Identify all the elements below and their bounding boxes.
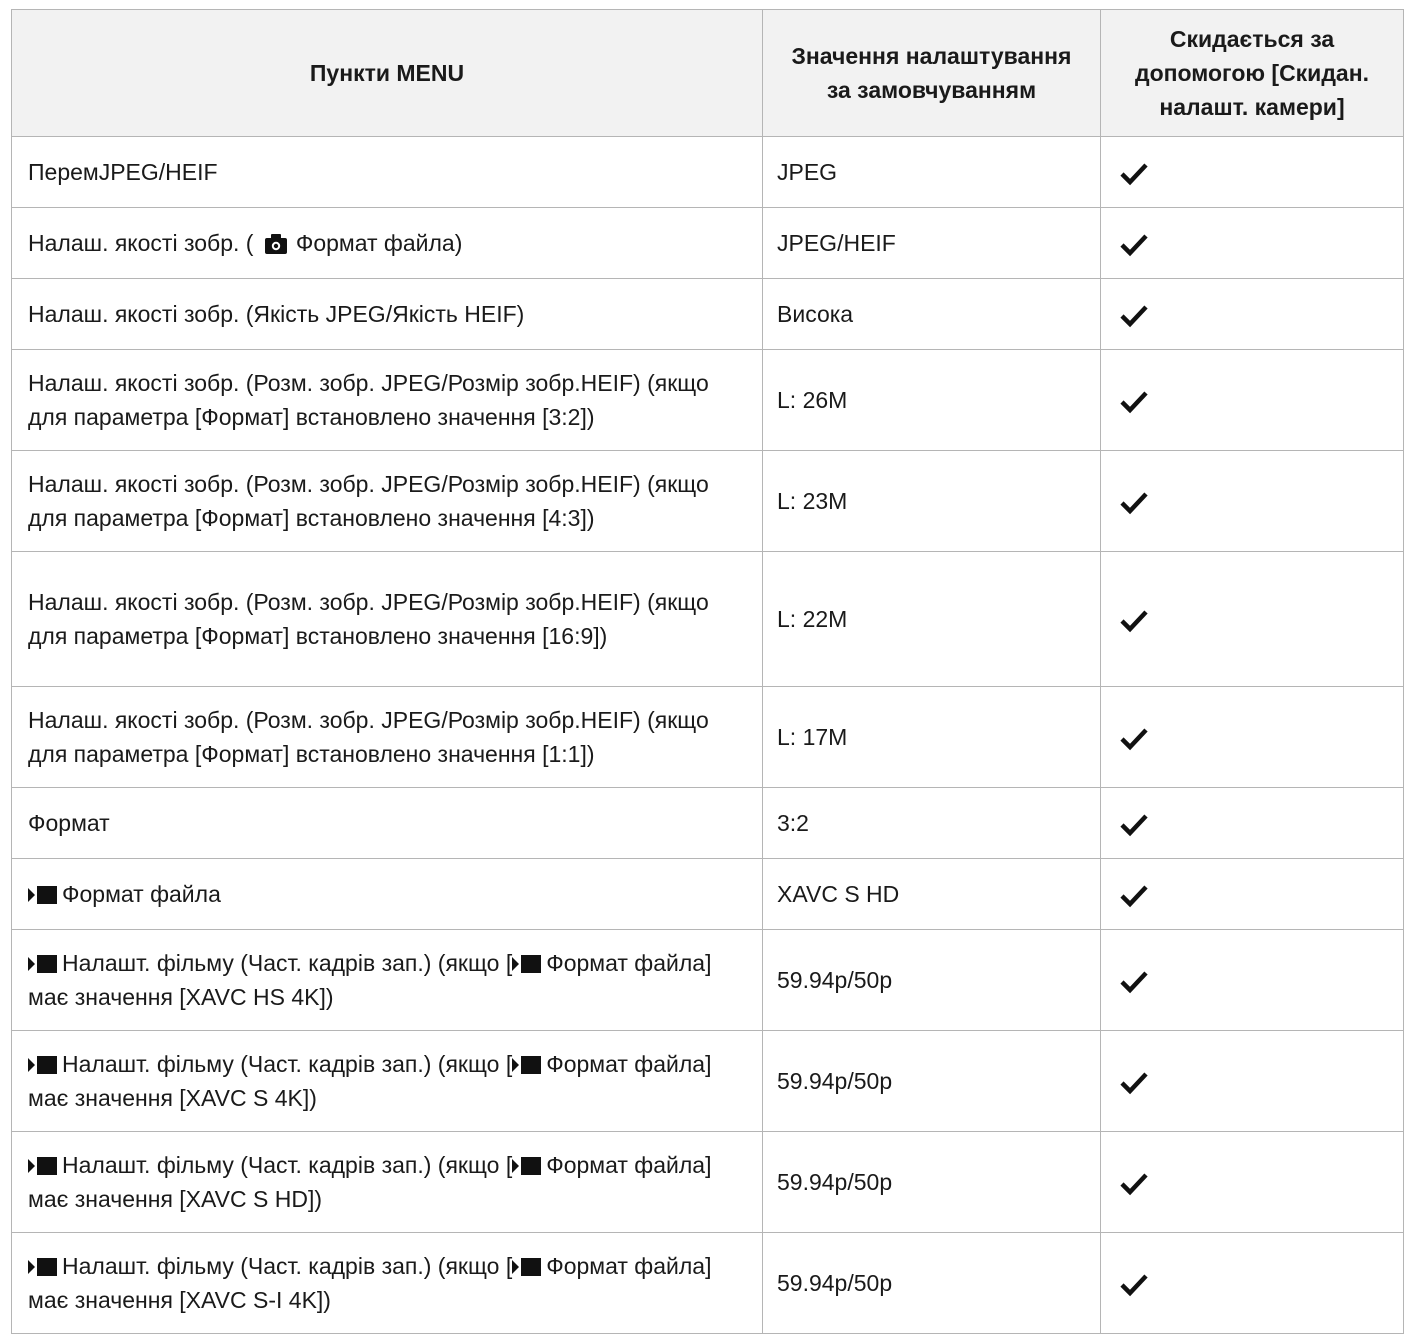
table-row: ПеремJPEG/HEIF JPEG: [11, 136, 1404, 208]
default-value-cell: XAVC S HD: [762, 858, 1101, 930]
reset-cell: [1100, 929, 1404, 1031]
default-value-cell: 59.94p/50p: [762, 1030, 1101, 1132]
default-value-cell: L: 26M: [762, 349, 1101, 451]
menu-item-cell: Налаш. якості зобр. (Якість JPEG/Якість …: [11, 278, 763, 350]
menu-item-text: Формат файла: [62, 881, 221, 907]
menu-item-text-pre: Налашт. фільму (Част. кадрів зап.) (якщо…: [62, 1152, 513, 1178]
table-header-row: Пункти MENU Значення налаштування за зам…: [11, 9, 1404, 137]
check-icon: [1119, 883, 1149, 909]
check-icon: [1119, 1070, 1149, 1096]
check-icon: [1119, 303, 1149, 329]
default-value-cell: 59.94p/50p: [762, 1232, 1101, 1334]
menu-item-cell: Налашт. фільму (Част. кадрів зап.) (якщо…: [11, 1131, 763, 1233]
default-value-cell: Висока: [762, 278, 1101, 350]
check-icon: [1119, 1171, 1149, 1197]
reset-cell: [1100, 551, 1404, 687]
menu-item-cell: Налашт. фільму (Част. кадрів зап.) (якщо…: [11, 929, 763, 1031]
reset-cell: [1100, 858, 1404, 930]
table-row: Налаш. якості зобр. ( Формат файла) JPEG…: [11, 207, 1404, 279]
movie-icon: [512, 1257, 542, 1277]
default-value-cell: JPEG/HEIF: [762, 207, 1101, 279]
table-row: Налашт. фільму (Част. кадрів зап.) (якщо…: [11, 1030, 1404, 1132]
settings-table-container: Пункти MENU Значення налаштування за зам…: [11, 9, 1404, 1334]
reset-cell: [1100, 1232, 1404, 1334]
menu-item-text-pre: Налашт. фільму (Част. кадрів зап.) (якщо…: [62, 1051, 513, 1077]
table-row: Налашт. фільму (Част. кадрів зап.) (якщо…: [11, 1131, 1404, 1233]
header-menu-items: Пункти MENU: [11, 9, 763, 137]
menu-item-text-pre: Налаш. якості зобр. (: [28, 230, 254, 256]
menu-item-text-post: Формат файла): [295, 230, 463, 256]
table-row: Налаш. якості зобр. (Розм. зобр. JPEG/Ро…: [11, 450, 1404, 552]
table-row: Формат 3:2: [11, 787, 1404, 859]
menu-item-cell: Налаш. якості зобр. (Розм. зобр. JPEG/Ро…: [11, 349, 763, 451]
menu-item-text-pre: Налашт. фільму (Част. кадрів зап.) (якщо…: [62, 1253, 513, 1279]
reset-cell: [1100, 450, 1404, 552]
header-default-value: Значення налаштування за замовчуванням: [762, 9, 1101, 137]
check-icon: [1119, 161, 1149, 187]
movie-icon: [28, 1055, 58, 1075]
check-icon: [1119, 389, 1149, 415]
default-value-cell: 59.94p/50p: [762, 1131, 1101, 1233]
settings-table: Пункти MENU Значення налаштування за зам…: [11, 9, 1404, 1334]
table-row: Налаш. якості зобр. (Якість JPEG/Якість …: [11, 278, 1404, 350]
check-icon: [1119, 490, 1149, 516]
check-icon: [1119, 608, 1149, 634]
default-value-cell: 3:2: [762, 787, 1101, 859]
menu-item-cell: Налашт. фільму (Част. кадрів зап.) (якщо…: [11, 1232, 763, 1334]
movie-icon: [512, 1055, 542, 1075]
reset-cell: [1100, 349, 1404, 451]
menu-item-cell: Формат: [11, 787, 763, 859]
movie-icon: [512, 954, 542, 974]
default-value-cell: JPEG: [762, 136, 1101, 208]
menu-item-cell: Налаш. якості зобр. (Розм. зобр. JPEG/Ро…: [11, 450, 763, 552]
header-reset-by: Скидається за допомогою [Скидан. налашт.…: [1100, 9, 1404, 137]
table-row: Налаш. якості зобр. (Розм. зобр. JPEG/Ро…: [11, 349, 1404, 451]
movie-icon: [28, 1156, 58, 1176]
movie-icon: [28, 885, 58, 905]
check-icon: [1119, 726, 1149, 752]
table-row: Налаш. якості зобр. (Розм. зобр. JPEG/Ро…: [11, 686, 1404, 788]
reset-cell: [1100, 136, 1404, 208]
default-value-cell: 59.94p/50p: [762, 929, 1101, 1031]
reset-cell: [1100, 1131, 1404, 1233]
menu-item-cell: ПеремJPEG/HEIF: [11, 136, 763, 208]
table-row: Налашт. фільму (Част. кадрів зап.) (якщо…: [11, 929, 1404, 1031]
camera-icon: [265, 234, 288, 254]
default-value-cell: L: 22M: [762, 551, 1101, 687]
reset-cell: [1100, 787, 1404, 859]
check-icon: [1119, 969, 1149, 995]
movie-icon: [512, 1156, 542, 1176]
default-value-cell: L: 23M: [762, 450, 1101, 552]
menu-item-cell: Налаш. якості зобр. (Розм. зобр. JPEG/Ро…: [11, 551, 763, 687]
menu-item-cell: Формат файла: [11, 858, 763, 930]
reset-cell: [1100, 278, 1404, 350]
check-icon: [1119, 812, 1149, 838]
table-row: Налашт. фільму (Част. кадрів зап.) (якщо…: [11, 1232, 1404, 1334]
menu-item-text-pre: Налашт. фільму (Част. кадрів зап.) (якщо…: [62, 950, 513, 976]
check-icon: [1119, 232, 1149, 258]
default-value-cell: L: 17M: [762, 686, 1101, 788]
movie-icon: [28, 1257, 58, 1277]
reset-cell: [1100, 686, 1404, 788]
table-row: Формат файла XAVC S HD: [11, 858, 1404, 930]
reset-cell: [1100, 207, 1404, 279]
table-row: Налаш. якості зобр. (Розм. зобр. JPEG/Ро…: [11, 551, 1404, 687]
menu-item-cell: Налашт. фільму (Част. кадрів зап.) (якщо…: [11, 1030, 763, 1132]
menu-item-cell: Налаш. якості зобр. ( Формат файла): [11, 207, 763, 279]
reset-cell: [1100, 1030, 1404, 1132]
menu-item-cell: Налаш. якості зобр. (Розм. зобр. JPEG/Ро…: [11, 686, 763, 788]
movie-icon: [28, 954, 58, 974]
